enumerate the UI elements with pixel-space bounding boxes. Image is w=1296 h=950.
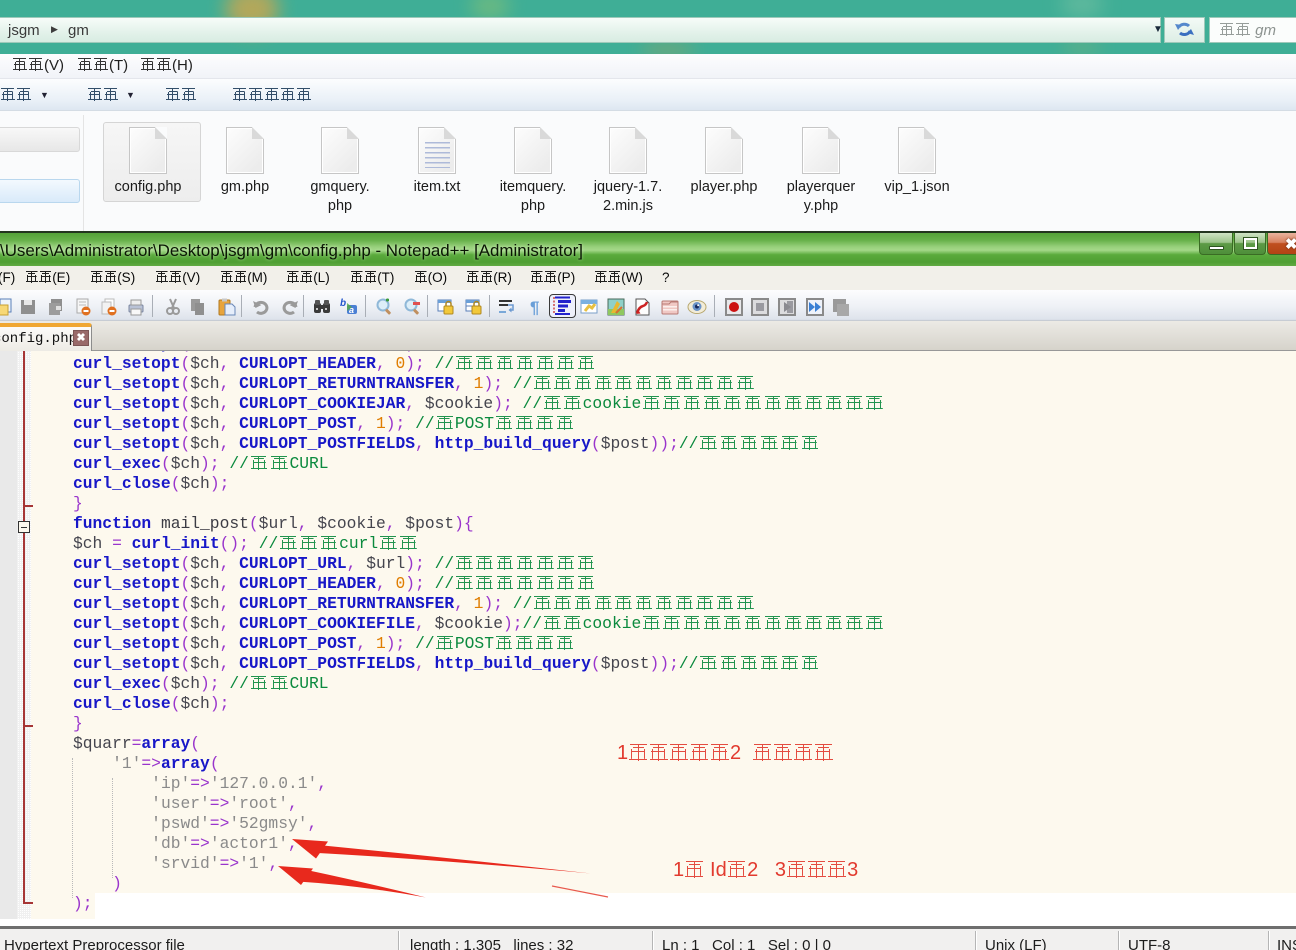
svg-text:¶: ¶ <box>530 298 539 317</box>
svg-text:b: b <box>340 298 346 309</box>
